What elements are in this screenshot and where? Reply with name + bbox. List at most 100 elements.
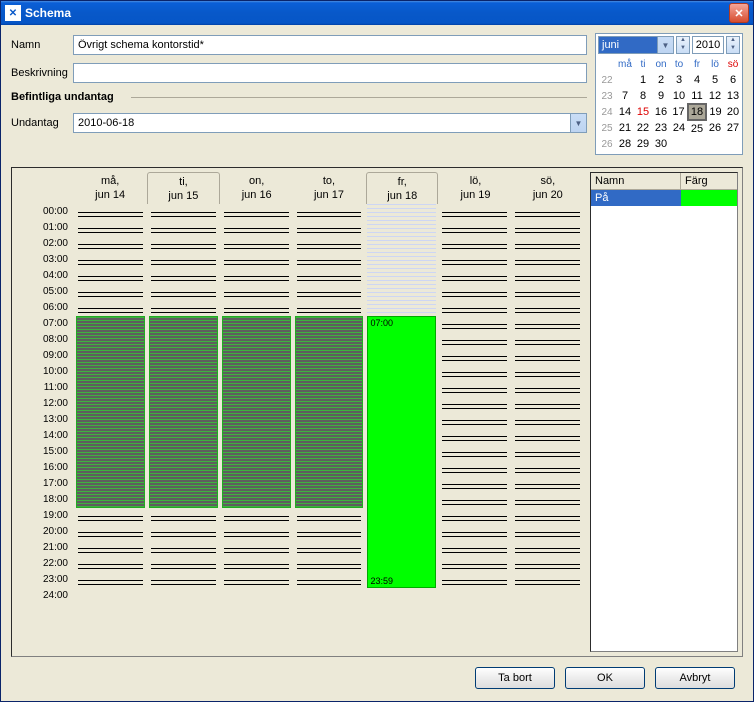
day-header[interactable]: lö,jun 19 xyxy=(440,172,510,204)
calendar-month-dropdown[interactable]: juni ▼ xyxy=(598,36,674,54)
time-label: 13:00 xyxy=(16,412,74,428)
calendar-grid[interactable]: måtiontofrlösö22123456237891011121324141… xyxy=(598,56,742,152)
titlebar-title: Schema xyxy=(25,6,729,20)
time-label: 17:00 xyxy=(16,476,74,492)
day-header[interactable]: ti,jun 15 xyxy=(147,172,219,204)
calendar-day[interactable]: 16 xyxy=(652,104,670,120)
ok-button[interactable]: OK xyxy=(565,667,645,689)
calendar: juni ▼ ▲▼ 2010 ▲▼ måtiontofrlösö22123456… xyxy=(595,33,743,155)
calendar-day[interactable]: 27 xyxy=(724,120,742,136)
exception-value: 2010-06-18 xyxy=(78,117,134,129)
calendar-day[interactable] xyxy=(616,72,634,88)
time-label: 02:00 xyxy=(16,236,74,252)
calendar-year-spinner[interactable]: ▲▼ xyxy=(726,36,740,54)
calendar-day[interactable]: 24 xyxy=(670,120,688,136)
calendar-day[interactable]: 13 xyxy=(724,88,742,104)
day-column[interactable]: 07:0023:59 xyxy=(367,204,436,652)
time-label: 09:00 xyxy=(16,348,74,364)
calendar-day[interactable]: 1 xyxy=(634,72,652,88)
titlebar: ✕ Schema ✕ xyxy=(1,1,753,25)
calendar-day[interactable]: 26 xyxy=(706,120,724,136)
calendar-day[interactable]: 25 xyxy=(688,120,706,136)
day-column[interactable] xyxy=(513,204,582,652)
day-header[interactable]: sö,jun 20 xyxy=(513,172,583,204)
calendar-day[interactable]: 14 xyxy=(616,104,634,120)
calendar-day[interactable]: 10 xyxy=(670,88,688,104)
schedule-block-active[interactable]: 07:0023:59 xyxy=(367,316,436,588)
time-label: 20:00 xyxy=(16,524,74,540)
description-label: Beskrivning xyxy=(11,67,73,79)
time-label: 15:00 xyxy=(16,444,74,460)
day-header[interactable]: on,jun 16 xyxy=(222,172,292,204)
time-label: 03:00 xyxy=(16,252,74,268)
cancel-button[interactable]: Avbryt xyxy=(655,667,735,689)
legend-col-color: Färg xyxy=(681,173,737,189)
calendar-day[interactable]: 22 xyxy=(634,120,652,136)
schedule-block[interactable] xyxy=(149,316,218,508)
calendar-day[interactable]: 11 xyxy=(688,88,706,104)
name-label: Namn xyxy=(11,39,73,51)
calendar-day[interactable]: 6 xyxy=(724,72,742,88)
legend: Namn Färg På xyxy=(590,172,738,652)
chevron-down-icon: ▼ xyxy=(657,37,673,53)
schedule-block[interactable] xyxy=(76,316,145,508)
time-label: 05:00 xyxy=(16,284,74,300)
calendar-day[interactable]: 30 xyxy=(652,136,670,152)
legend-name: På xyxy=(591,190,681,206)
block-end-label: 23:59 xyxy=(370,576,393,586)
calendar-day[interactable]: 20 xyxy=(724,104,742,120)
calendar-day[interactable] xyxy=(670,136,688,152)
calendar-month-spinner[interactable]: ▲▼ xyxy=(676,36,690,54)
calendar-day[interactable]: 4 xyxy=(688,72,706,88)
name-input[interactable] xyxy=(73,35,587,55)
time-label: 11:00 xyxy=(16,380,74,396)
calendar-day[interactable]: 9 xyxy=(652,88,670,104)
calendar-day[interactable]: 21 xyxy=(616,120,634,136)
day-column[interactable] xyxy=(295,204,364,652)
legend-color xyxy=(681,190,737,206)
day-column[interactable] xyxy=(440,204,509,652)
calendar-day[interactable]: 2 xyxy=(652,72,670,88)
schedule-panel: må,jun 14ti,jun 15on,jun 16to,jun 17fr,j… xyxy=(11,167,743,657)
calendar-day[interactable] xyxy=(706,136,724,152)
calendar-day[interactable]: 29 xyxy=(634,136,652,152)
day-column[interactable] xyxy=(149,204,218,652)
time-label: 24:00 xyxy=(16,588,74,604)
time-label: 10:00 xyxy=(16,364,74,380)
time-label: 01:00 xyxy=(16,220,74,236)
day-header[interactable]: må,jun 14 xyxy=(75,172,145,204)
schedule-block[interactable] xyxy=(222,316,291,508)
exception-dropdown[interactable]: 2010-06-18 ▼ xyxy=(73,113,587,133)
day-column[interactable] xyxy=(76,204,145,652)
calendar-day[interactable]: 15 xyxy=(634,104,652,120)
calendar-day[interactable] xyxy=(688,136,706,152)
calendar-day[interactable]: 5 xyxy=(706,72,724,88)
calendar-day[interactable]: 7 xyxy=(616,88,634,104)
calendar-day[interactable]: 17 xyxy=(670,104,688,120)
legend-row[interactable]: På xyxy=(591,190,737,206)
calendar-year-input[interactable]: 2010 xyxy=(692,36,724,54)
time-label: 16:00 xyxy=(16,460,74,476)
legend-col-name: Namn xyxy=(591,173,681,189)
time-label: 23:00 xyxy=(16,572,74,588)
calendar-day[interactable]: 28 xyxy=(616,136,634,152)
day-column[interactable] xyxy=(222,204,291,652)
calendar-day[interactable]: 3 xyxy=(670,72,688,88)
calendar-day[interactable]: 8 xyxy=(634,88,652,104)
calendar-day[interactable]: 12 xyxy=(706,88,724,104)
day-header[interactable]: to,jun 17 xyxy=(294,172,364,204)
calendar-day[interactable]: 23 xyxy=(652,120,670,136)
chevron-down-icon: ▼ xyxy=(570,114,586,132)
day-header[interactable]: fr,jun 18 xyxy=(366,172,438,204)
close-icon[interactable]: ✕ xyxy=(729,3,749,23)
time-label: 18:00 xyxy=(16,492,74,508)
remove-button[interactable]: Ta bort xyxy=(475,667,555,689)
time-label: 04:00 xyxy=(16,268,74,284)
existing-exceptions-header: Befintliga undantag xyxy=(11,91,587,103)
calendar-day[interactable]: 19 xyxy=(706,104,724,120)
description-input[interactable] xyxy=(73,63,587,83)
calendar-day[interactable] xyxy=(724,136,742,152)
schedule-block[interactable] xyxy=(295,316,364,508)
time-label: 12:00 xyxy=(16,396,74,412)
calendar-day[interactable]: 18 xyxy=(688,104,706,120)
